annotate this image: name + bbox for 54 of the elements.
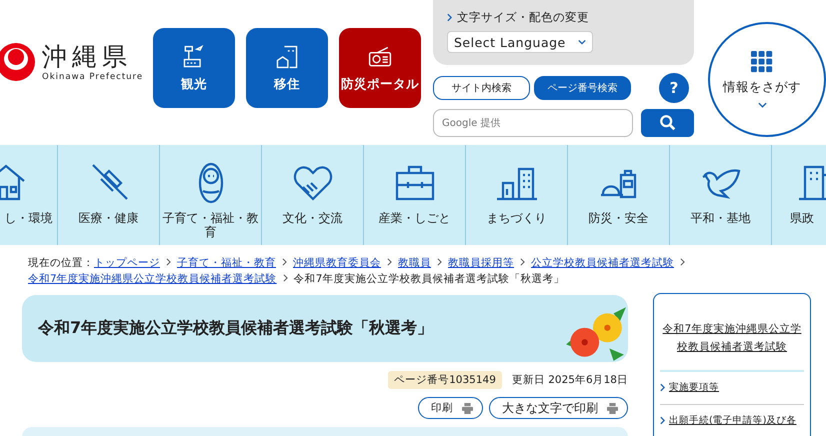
quick-link-button[interactable]: 防災ポータル xyxy=(339,28,421,108)
language-select[interactable]: Select Language xyxy=(447,31,593,53)
prefecture-romaji: Okinawa Prefecture xyxy=(42,72,144,82)
sidebar-heading-link[interactable]: 令和7年度実施沖縄県公立学校教員候補者選考試験 xyxy=(660,294,804,372)
category-nav-item[interactable]: 文化・交流 xyxy=(262,145,364,245)
house-building-icon xyxy=(274,44,300,70)
updated-date: 更新日 2025年6月18日 xyxy=(512,373,628,387)
print-button[interactable]: 印刷 xyxy=(418,397,483,419)
category-nav-item[interactable]: 県政 xyxy=(772,145,826,245)
find-info-button[interactable]: 情報をさがす xyxy=(708,22,826,137)
help-button[interactable]: ? xyxy=(659,73,689,103)
breadcrumb-current: 令和7年度実施公立学校教員候補者選考試験「秋選考」 xyxy=(294,273,564,285)
breadcrumb-link[interactable]: 子育て・福祉・教育 xyxy=(177,257,276,269)
chevron-down-icon xyxy=(578,39,586,45)
chevron-down-icon xyxy=(758,102,766,108)
breadcrumb-link[interactable]: 公立学校教員候補者選考試験 xyxy=(531,257,674,269)
search-field[interactable]: Google 提供 xyxy=(433,109,633,137)
category-nav-item[interactable]: 平和・基地 xyxy=(670,145,772,245)
breadcrumb-link[interactable]: 沖縄県教育委員会 xyxy=(293,257,381,269)
sidebar-link[interactable]: 出願手続(電子申請等)及び各 xyxy=(669,414,796,427)
search-tab[interactable]: サイト内検索 xyxy=(433,76,530,100)
search-button[interactable] xyxy=(641,109,694,137)
sidebar-link[interactable]: 実施要項等 xyxy=(669,381,719,394)
chevron-right-icon xyxy=(447,13,452,22)
chevron-right-icon xyxy=(660,383,665,392)
chevron-right-icon xyxy=(437,258,442,266)
chevron-right-icon xyxy=(660,416,665,425)
category-nav-item[interactable]: 医療・健康 xyxy=(58,145,160,245)
quick-link-button[interactable]: 観光 xyxy=(153,28,235,108)
breadcrumb-link[interactable]: 令和7年度実施沖縄県公立学校教員候補者選考試験 xyxy=(28,273,277,285)
category-nav-item[interactable]: し・環境 xyxy=(0,145,58,245)
text-size-link[interactable]: 文字サイズ・配色の変更 xyxy=(457,10,589,25)
breadcrumb-link[interactable]: 教職員 xyxy=(398,257,431,269)
printer-icon xyxy=(606,402,619,414)
breadcrumb-link[interactable]: 教職員採用等 xyxy=(448,257,514,269)
breadcrumb-label: 現在の位置： xyxy=(28,257,94,269)
category-nav-item[interactable]: 産業・しごと xyxy=(364,145,466,245)
page-number-badge: ページ番号1035149 xyxy=(388,371,502,389)
chevron-right-icon xyxy=(387,258,392,266)
print-button[interactable]: 大きな文字で印刷 xyxy=(489,397,628,419)
page-title: 令和7年度実施公立学校教員候補者選考試験「秋選考」 xyxy=(38,318,434,339)
quick-link-button[interactable]: 移住 xyxy=(246,28,328,108)
chevron-right-icon xyxy=(520,258,525,266)
printer-icon xyxy=(461,402,474,414)
breadcrumb-link[interactable]: トップページ xyxy=(94,257,160,269)
chevron-right-icon xyxy=(680,258,685,266)
grid-icon xyxy=(751,51,773,73)
category-nav-item[interactable]: 防災・安全 xyxy=(568,145,670,245)
prefecture-name: 沖縄県 xyxy=(42,42,133,72)
category-nav-item[interactable]: 子育て・福祉・教育 xyxy=(160,145,262,245)
search-icon xyxy=(658,114,676,132)
category-nav-item[interactable]: まちづくり xyxy=(466,145,568,245)
chevron-right-icon xyxy=(166,258,171,266)
search-tab[interactable]: ページ番号検索 xyxy=(534,76,631,100)
